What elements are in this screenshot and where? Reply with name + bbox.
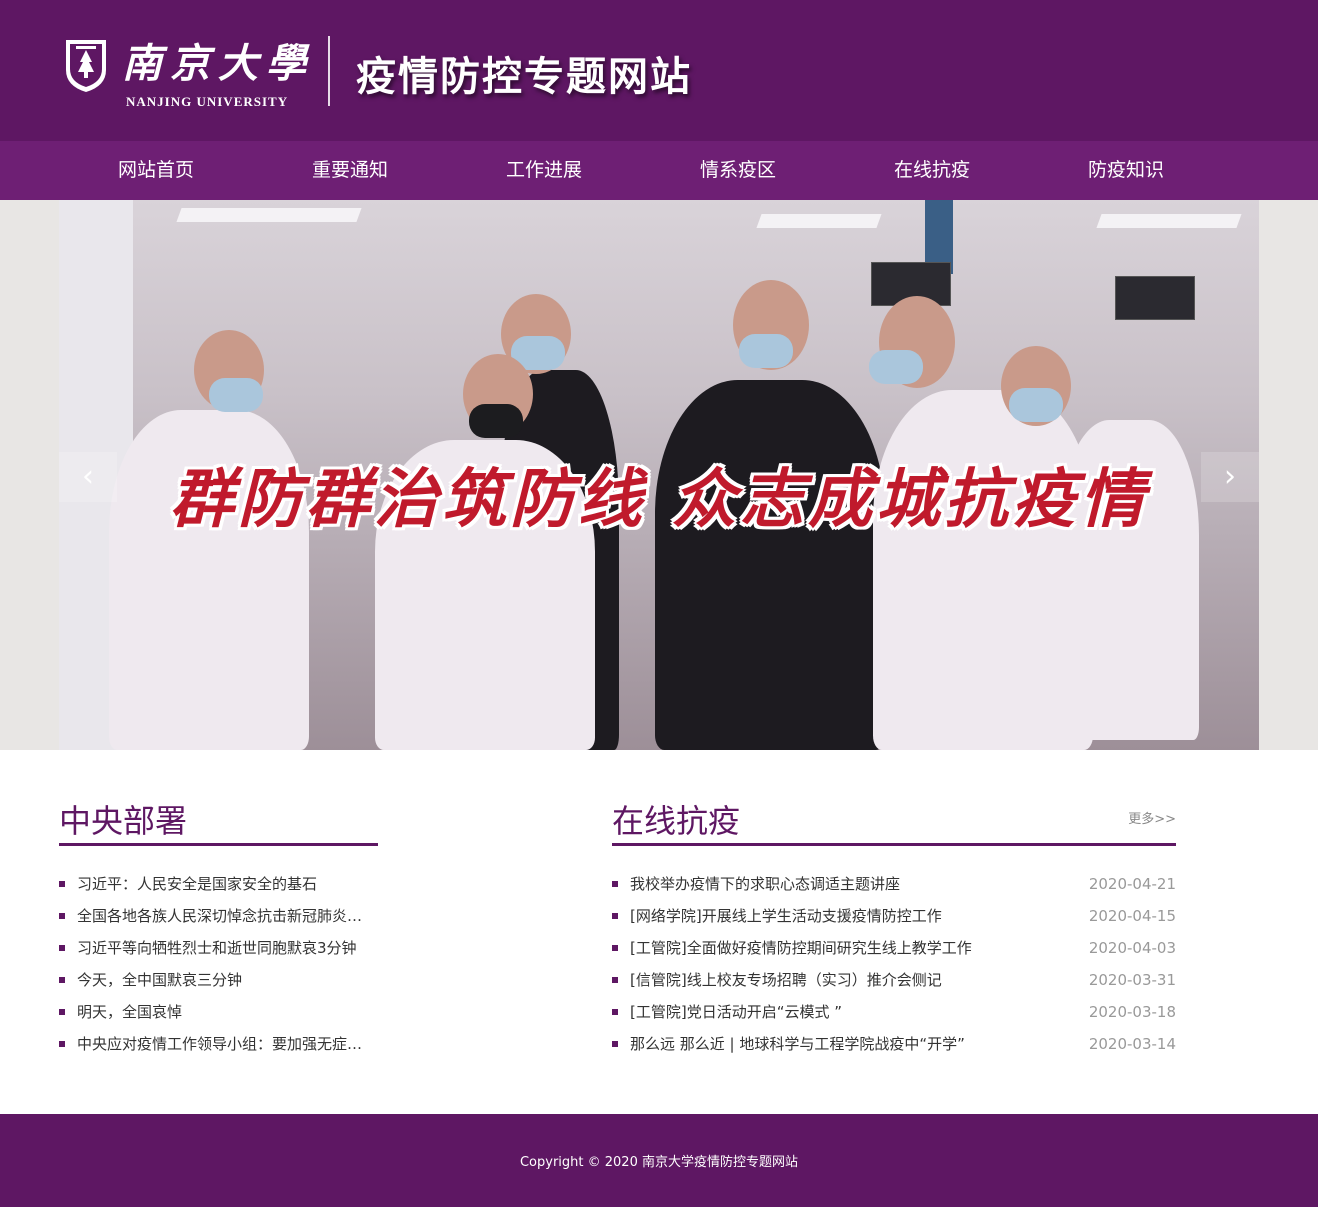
bullet-icon	[612, 1041, 618, 1047]
list-item[interactable]: [信管院]线上校友专场招聘（实习）推介会侧记 2020-03-31	[612, 969, 1176, 1001]
bullet-icon	[612, 1009, 618, 1015]
list-item[interactable]: 习近平：人民安全是国家安全的基石	[59, 873, 378, 905]
list-item[interactable]: [工管院]党日活动开启“云模式 ” 2020-03-18	[612, 1001, 1176, 1033]
news-title[interactable]: 中央应对疫情工作领导小组：要加强无症状感染者监测	[77, 1033, 367, 1055]
university-name-en: NANJING UNIVERSITY	[126, 94, 289, 109]
news-title[interactable]: 今天，全中国默哀三分钟	[77, 969, 367, 991]
more-link[interactable]: 更多>>	[1128, 808, 1176, 827]
news-list: 我校举办疫情下的求职心态调适主题讲座 2020-04-21 [网络学院]开展线上学…	[612, 873, 1176, 1065]
site-footer: Copyright © 2020 南京大学疫情防控专题网站	[0, 1114, 1318, 1207]
nav-item-online-fight[interactable]: 在线抗疫	[835, 141, 1029, 200]
news-date: 2020-04-21	[1088, 875, 1176, 893]
face-mask	[869, 350, 923, 384]
bullet-icon	[612, 977, 618, 983]
nav-item-home[interactable]: 网站首页	[59, 141, 253, 200]
site-title: 疫情防控专题网站	[356, 53, 692, 100]
main-nav: 网站首页 重要通知 工作进展 情系疫区 在线抗疫 防疫知识	[0, 141, 1318, 200]
news-date: 2020-03-18	[1088, 1003, 1176, 1021]
news-title[interactable]: 全国各地各族人民深切悼念抗击新冠肺炎疫情斗争牺牲烈士和逝世同胞	[77, 905, 367, 927]
bullet-icon	[59, 881, 65, 887]
chevron-right-icon[interactable]: ›	[1201, 452, 1259, 502]
copyright-text: Copyright © 2020 南京大学疫情防控专题网站	[519, 1155, 798, 1170]
chevron-left-icon[interactable]: ‹	[59, 452, 117, 502]
bullet-icon	[59, 1009, 65, 1015]
nav-item-epidemic-area[interactable]: 情系疫区	[641, 141, 835, 200]
ceiling-light	[756, 214, 882, 228]
news-title[interactable]: [工管院]全面做好疫情防控期间研究生线上教学工作	[630, 937, 1070, 959]
person-figure	[655, 380, 885, 750]
news-title[interactable]: [信管院]线上校友专场招聘（实习）推介会侧记	[630, 969, 1070, 991]
list-item[interactable]: 今天，全中国默哀三分钟	[59, 969, 378, 1001]
university-logo[interactable]: 南京大學 NANJING UNIVERSITY	[62, 36, 314, 112]
online-fight-section: 在线抗疫 更多>> 我校举办疫情下的求职心态调适主题讲座 2020-04-21 […	[612, 790, 1176, 1065]
news-title[interactable]: [工管院]党日活动开启“云模式 ”	[630, 1001, 1070, 1023]
header-divider	[328, 36, 330, 106]
ceiling-light	[176, 208, 362, 222]
list-item[interactable]: 那么远 那么近 | 地球科学与工程学院战疫中“开学” 2020-03-14	[612, 1033, 1176, 1065]
banner-slogan: 群防群治筑防线 众志成城抗疫情	[169, 462, 1149, 537]
bullet-icon	[612, 945, 618, 951]
section-header: 在线抗疫 更多>>	[612, 790, 1176, 846]
nav-item-knowledge[interactable]: 防疫知识	[1029, 141, 1223, 200]
bullet-icon	[59, 1041, 65, 1047]
news-list: 习近平：人民安全是国家安全的基石 全国各地各族人民深切悼念抗击新冠肺炎疫情斗争牺…	[59, 873, 378, 1065]
list-item[interactable]: 中央应对疫情工作领导小组：要加强无症状感染者监测	[59, 1033, 378, 1065]
news-title[interactable]: 明天，全国哀悼	[77, 1001, 367, 1023]
hospital-sign	[1115, 276, 1195, 320]
list-item[interactable]: 全国各地各族人民深切悼念抗击新冠肺炎疫情斗争牺牲烈士和逝世同胞	[59, 905, 378, 937]
list-item[interactable]: 我校举办疫情下的求职心态调适主题讲座 2020-04-21	[612, 873, 1176, 905]
nav-item-notices[interactable]: 重要通知	[253, 141, 447, 200]
bullet-icon	[59, 913, 65, 919]
list-item[interactable]: 习近平等向牺牲烈士和逝世同胞默哀3分钟	[59, 937, 378, 969]
nav-item-progress[interactable]: 工作进展	[447, 141, 641, 200]
news-date: 2020-04-15	[1088, 907, 1176, 925]
news-title[interactable]: [网络学院]开展线上学生活动支援疫情防控工作	[630, 905, 1070, 927]
news-title[interactable]: 我校举办疫情下的求职心态调适主题讲座	[630, 873, 1070, 895]
face-mask	[1009, 388, 1063, 422]
news-date: 2020-03-14	[1088, 1035, 1176, 1053]
site-header: 南京大學 NANJING UNIVERSITY 疫情防控专题网站	[0, 0, 1318, 141]
ceiling-light	[1096, 214, 1242, 228]
central-deployment-section: 中央部署 习近平：人民安全是国家安全的基石 全国各地各族人民深切悼念抗击新冠肺炎…	[59, 790, 378, 1065]
news-date: 2020-04-03	[1088, 939, 1176, 957]
face-mask	[739, 334, 793, 368]
bullet-icon	[59, 945, 65, 951]
bullet-icon	[59, 977, 65, 983]
list-item[interactable]: 明天，全国哀悼	[59, 1001, 378, 1033]
university-name-cn: 南京大學	[122, 40, 314, 87]
face-mask	[469, 404, 523, 438]
section-title[interactable]: 中央部署	[59, 796, 187, 842]
news-title[interactable]: 那么远 那么近 | 地球科学与工程学院战疫中“开学”	[630, 1033, 1070, 1055]
bullet-icon	[612, 913, 618, 919]
news-title[interactable]: 习近平等向牺牲烈士和逝世同胞默哀3分钟	[77, 937, 367, 959]
news-title[interactable]: 习近平：人民安全是国家安全的基石	[77, 873, 367, 895]
list-item[interactable]: [工管院]全面做好疫情防控期间研究生线上教学工作 2020-04-03	[612, 937, 1176, 969]
section-title[interactable]: 在线抗疫	[612, 796, 740, 842]
banner-photo[interactable]: 群防群治筑防线 众志成城抗疫情 ‹ ›	[59, 200, 1259, 750]
news-date: 2020-03-31	[1088, 971, 1176, 989]
section-header: 中央部署	[59, 790, 378, 846]
bullet-icon	[612, 881, 618, 887]
banner-carousel: 群防群治筑防线 众志成城抗疫情 ‹ ›	[0, 200, 1318, 750]
face-mask	[209, 378, 263, 412]
university-seal-icon	[62, 36, 110, 94]
list-item[interactable]: [网络学院]开展线上学生活动支援疫情防控工作 2020-04-15	[612, 905, 1176, 937]
